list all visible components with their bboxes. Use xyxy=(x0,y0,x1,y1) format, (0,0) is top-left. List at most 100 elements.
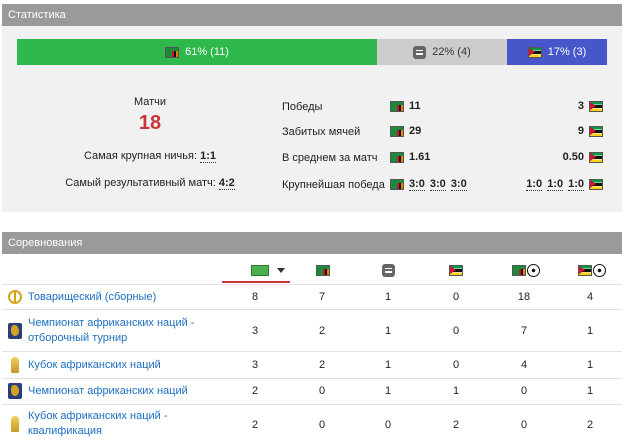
competitions-panel-header: Соревнования xyxy=(2,232,622,254)
stats-panel-header: Статистика xyxy=(2,4,622,26)
cell-draws: 1 xyxy=(384,385,392,397)
table-row: Чемпионат африканских наций - отборочный … xyxy=(2,309,622,351)
cell-draws: 1 xyxy=(384,325,392,337)
competitions-header-row xyxy=(2,256,622,284)
table-row: Кубок африканских наций - квалификация 2 … xyxy=(2,404,622,446)
biggest-draw-line: Самая крупная ничья: 1:1 xyxy=(30,150,270,163)
sort-matches-header[interactable] xyxy=(238,256,298,284)
competition-link[interactable]: Кубок африканских наций xyxy=(28,358,161,373)
losses-label: 17% (3) xyxy=(547,46,587,58)
zambia-flag-icon xyxy=(165,46,180,58)
mozambique-goals-header[interactable] xyxy=(572,256,612,284)
cell-matches: 2 xyxy=(251,385,259,397)
cell-matches: 2 xyxy=(251,419,259,431)
stats-panel-title: Статистика xyxy=(8,9,66,21)
mozambique-wins-header[interactable] xyxy=(440,256,472,284)
cell-matches: 8 xyxy=(251,291,259,303)
zambia-flag-icon xyxy=(390,100,404,112)
stat-row-wins: Победы 11 3 xyxy=(282,99,607,117)
biggest-draw-label: Самая крупная ничья: xyxy=(83,150,198,162)
mozambique-flag-icon xyxy=(589,125,603,137)
mozambique-flag-icon xyxy=(449,264,463,276)
stat-label: Крупнейшая победа xyxy=(282,179,385,191)
cell-mozambique-goals: 4 xyxy=(586,291,594,303)
stat-right-value: 0.50 xyxy=(562,151,584,163)
cell-mozambique-wins: 0 xyxy=(452,325,460,337)
highest-scoring-value[interactable]: 4:2 xyxy=(218,177,235,190)
zambia-flag-icon xyxy=(512,264,526,276)
stat-left-value: 1.61 xyxy=(409,151,431,163)
biggest-win-score[interactable]: 1:0 xyxy=(547,178,564,191)
zambia-flag-icon xyxy=(390,151,404,163)
cell-mozambique-goals: 2 xyxy=(586,419,594,431)
matches-count: 18 xyxy=(138,112,162,134)
mozambique-flag-icon xyxy=(589,179,603,190)
wins-segment[interactable]: 61% (11) xyxy=(17,39,377,65)
stat-row-biggest-win: Крупнейшая победа 3:0 3:0 3:0 1:0 1:0 1:… xyxy=(282,177,607,195)
mozambique-flag-icon xyxy=(589,100,603,112)
african-nations-championship-icon xyxy=(8,383,22,399)
cell-draws: 0 xyxy=(384,419,392,431)
cell-zambia-goals: 0 xyxy=(520,385,528,397)
draws-label: 22% (4) xyxy=(432,46,471,58)
biggest-win-score[interactable]: 3:0 xyxy=(450,178,467,191)
african-nations-championship-icon xyxy=(8,323,22,339)
stat-label: Победы xyxy=(282,101,323,113)
trophy-icon xyxy=(11,357,19,373)
competition-link[interactable]: Товарищеский (сборные) xyxy=(28,290,156,305)
table-row: Кубок африканских наций 3 2 1 0 4 1 xyxy=(2,351,622,378)
biggest-win-score[interactable]: 1:0 xyxy=(568,178,584,191)
losses-segment[interactable]: 17% (3) xyxy=(507,39,607,65)
mozambique-flag-icon xyxy=(527,46,542,58)
cell-zambia-wins: 2 xyxy=(318,325,326,337)
cell-zambia-wins: 0 xyxy=(318,385,326,397)
cell-matches: 3 xyxy=(251,325,259,337)
stat-right-value: 9 xyxy=(577,125,584,137)
ball-icon xyxy=(527,263,540,277)
zambia-goals-header[interactable] xyxy=(506,256,546,284)
cell-mozambique-goals: 1 xyxy=(586,359,594,371)
sort-arrow-icon xyxy=(277,267,285,273)
draws-header[interactable] xyxy=(372,256,404,284)
zambia-wins-header[interactable] xyxy=(307,256,339,284)
biggest-win-score[interactable]: 3:0 xyxy=(409,178,425,191)
stat-right-value: 3 xyxy=(577,100,584,112)
cell-zambia-goals: 4 xyxy=(520,359,528,371)
stat-left-value: 29 xyxy=(409,125,422,137)
highest-scoring-line: Самый результативный матч: 4:2 xyxy=(30,177,270,190)
cell-zambia-goals: 0 xyxy=(520,419,528,431)
wins-label: 61% (11) xyxy=(185,46,229,58)
cell-mozambique-wins: 1 xyxy=(452,385,460,397)
stat-row-average: В среднем за матч 1.61 0.50 xyxy=(282,150,607,168)
zambia-flag-icon xyxy=(390,179,404,190)
biggest-win-score[interactable]: 1:0 xyxy=(526,178,543,191)
cell-mozambique-goals: 1 xyxy=(586,385,594,397)
mozambique-flag-icon xyxy=(578,264,592,276)
competition-link[interactable]: Кубок африканских наций - квалификация xyxy=(28,409,168,439)
cell-zambia-wins: 0 xyxy=(318,419,326,431)
cell-zambia-wins: 7 xyxy=(318,291,326,303)
cell-draws: 1 xyxy=(384,291,392,303)
matches-label: Матчи xyxy=(133,96,167,108)
table-row: Товарищеский (сборные) 8 7 1 0 18 4 xyxy=(2,284,622,309)
mozambique-flag-icon xyxy=(589,151,603,163)
stat-left-value: 11 xyxy=(409,100,421,112)
biggest-draw-value[interactable]: 1:1 xyxy=(200,150,216,163)
zambia-flag-icon xyxy=(390,125,404,137)
cell-matches: 3 xyxy=(251,359,259,371)
trophy-icon xyxy=(11,416,19,432)
table-row: Чемпионат африканских наций 2 0 1 1 0 1 xyxy=(2,378,622,404)
cell-zambia-goals: 18 xyxy=(517,291,531,303)
draws-segment[interactable]: 22% (4) xyxy=(377,39,507,65)
stat-label: Забитых мячей xyxy=(282,126,361,138)
competition-link[interactable]: Чемпионат африканских наций - отборочный … xyxy=(28,316,194,346)
draw-icon xyxy=(413,45,427,59)
cell-mozambique-goals: 1 xyxy=(586,325,594,337)
cell-mozambique-wins: 0 xyxy=(452,359,460,371)
pitch-icon xyxy=(251,264,269,276)
cell-mozambique-wins: 2 xyxy=(452,419,460,431)
biggest-win-score[interactable]: 3:0 xyxy=(429,178,446,191)
stat-row-goals: Забитых мячей 29 9 xyxy=(282,124,607,142)
competition-link[interactable]: Чемпионат африканских наций xyxy=(28,384,188,399)
highest-scoring-label: Самый результативный матч: xyxy=(65,177,216,189)
